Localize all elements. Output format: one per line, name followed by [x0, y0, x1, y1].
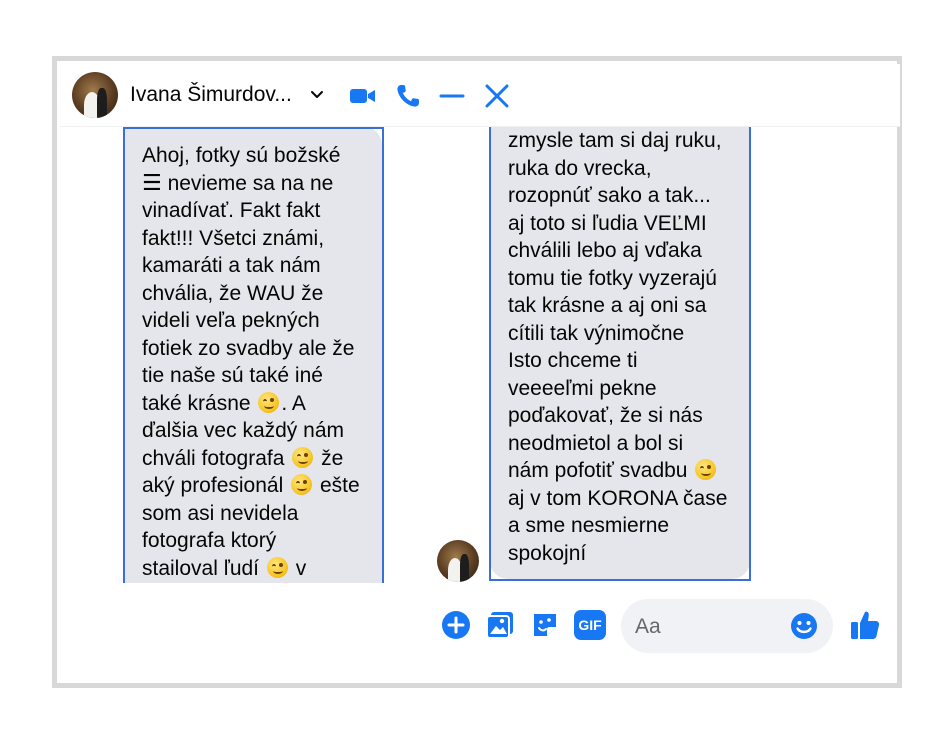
wink-emoji-icon [258, 391, 280, 413]
video-call-icon[interactable] [348, 81, 378, 111]
menu-lines-icon: ☰ [142, 170, 162, 196]
message-line: ďalšia vec každý nám [142, 419, 344, 442]
message-line: ruka do vrecka, [508, 156, 652, 180]
photo-icon[interactable] [484, 609, 516, 641]
message-line: tomu tie fotky vyzerajú [508, 266, 717, 290]
message-line: tak krásne a aj oni sa [508, 294, 707, 317]
message-line: poďakovať, že si nás [508, 404, 703, 427]
emoji-icon[interactable] [789, 611, 819, 641]
sender-avatar[interactable] [437, 540, 479, 582]
crop-selection-bottom-edge [489, 579, 751, 581]
crop-selection-left-edge [489, 127, 491, 581]
crop-selection-right-edge [382, 127, 384, 583]
message-line: rozopnúť sako a tak... [508, 184, 711, 207]
message-line: kamaráti a tak nám [142, 254, 321, 277]
minimize-icon[interactable] [437, 81, 467, 111]
message-line: fotografa ktorý [142, 529, 277, 552]
message-line: Isto chceme ti [508, 349, 638, 372]
screenshot-stage: Ivana Šimurdov... Ahoj, fotky sú božské … [0, 0, 942, 742]
message-line: vinadívať. Fakt fakt [142, 199, 321, 222]
message-line: aj toto si ľudia VEĽMI [508, 211, 707, 235]
message-line: chválili lebo aj vďaka [508, 239, 702, 262]
message-line: chvália, že WAU že [142, 281, 324, 305]
message-line: fakt!!! Všetci známi, [142, 226, 325, 250]
crop-selection-right-edge [749, 127, 751, 581]
sticker-icon[interactable] [529, 609, 561, 641]
like-icon[interactable] [848, 608, 882, 642]
close-icon[interactable] [482, 81, 512, 111]
message-line: chváli fotografa že [142, 446, 344, 470]
left-message-crop: Ahoj, fotky sú božské ☰ nevieme sa na ne… [120, 127, 388, 583]
message-line: veeeeľmi pekne [508, 376, 657, 400]
phone-icon[interactable] [393, 81, 423, 111]
message-line: ☰ nevieme sa na ne [142, 170, 334, 196]
contact-avatar[interactable] [72, 72, 118, 118]
right-message-crop: zmysle tam si daj ruku, ruka do vrecka, … [486, 127, 754, 583]
add-icon[interactable] [440, 609, 472, 641]
wink-emoji-icon [695, 459, 717, 480]
gif-label: GIF [578, 617, 602, 633]
crop-selection-left-edge [123, 127, 125, 583]
chevron-down-icon[interactable] [308, 86, 326, 104]
message-bubble-right[interactable]: zmysle tam si daj ruku, ruka do vrecka, … [490, 127, 750, 579]
message-line: nám pofotiť svadbu [508, 457, 736, 485]
message-line: také krásne . A [142, 391, 306, 415]
message-line: spokojní [508, 541, 587, 565]
wink-emoji-icon [291, 474, 313, 495]
message-line: fotiek zo svadby ale že [142, 336, 355, 360]
message-line: Ahoj, fotky sú božské [142, 144, 341, 167]
wink-emoji-icon [292, 446, 314, 468]
message-line: tie naše sú také iné [142, 364, 323, 387]
wink-emoji-icon [266, 556, 288, 578]
message-line: aký profesionál ešte [142, 474, 360, 497]
message-line: neodmietol a bol si [508, 431, 684, 455]
message-line: a sme nesmierne [508, 514, 670, 537]
crop-selection-top-edge [123, 127, 384, 129]
chat-header: Ivana Šimurdov... [60, 64, 900, 126]
message-line: zmysle tam si daj ruku, [508, 129, 722, 152]
contact-name[interactable]: Ivana Šimurdov... [130, 83, 292, 107]
gif-icon[interactable]: GIF [574, 610, 606, 640]
message-input[interactable]: Aa [621, 599, 833, 653]
message-line: som asi nevidela [142, 501, 299, 525]
message-line: videli veľa pekných [142, 309, 320, 332]
message-line: aj v tom KORONA čase [508, 486, 728, 510]
message-bubble-left[interactable]: Ahoj, fotky sú božské ☰ nevieme sa na ne… [124, 127, 382, 583]
message-line: stailoval ľudí v [142, 556, 307, 580]
message-input-placeholder: Aa [635, 615, 661, 638]
message-line: cítili tak výnimočne [508, 321, 685, 345]
header-divider [60, 126, 900, 127]
